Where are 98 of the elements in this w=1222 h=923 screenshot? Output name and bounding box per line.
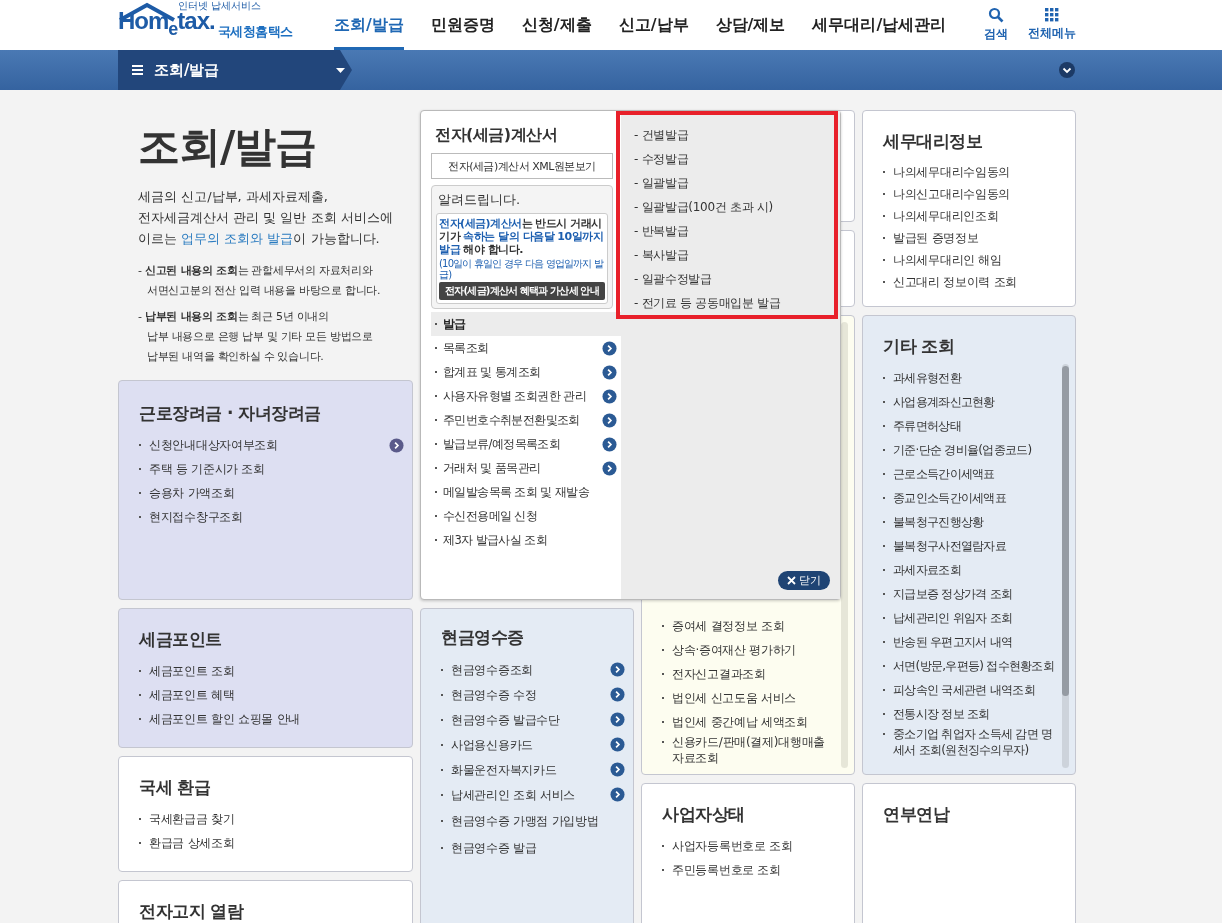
breadcrumb-label[interactable]: 조회/발급 [154,60,220,80]
submenu-item[interactable]: - 건별발급 [634,123,834,147]
card-link[interactable]: 환급금 상세조회 [139,835,235,851]
card-link[interactable]: 기준·단순 경비율(업종코드) [883,442,1032,458]
card-link[interactable]: 납세관리인 위임자 조회 [883,610,1013,626]
submenu-item[interactable]: - 수정발급 [634,147,834,171]
search-icon[interactable] [988,7,1004,23]
nav-tab[interactable]: 신고/납부 [618,0,689,50]
chevron-right-icon[interactable] [389,437,404,453]
card-title: 전자고지 열람 [139,900,245,923]
card-link[interactable]: 나의세무대리수임동의 [883,164,1010,180]
breadcrumb-dropdown[interactable]: 조회/발급 [118,50,352,90]
scrollbar[interactable] [1062,364,1069,768]
card-link[interactable]: 주민등록번호로 조회 [662,862,781,878]
intro-description: 세금의 신고/납부, 과세자료제출, 전자세금계산서 관리 및 일반 조회 서비스에 이르는 업무의 조회와 발급이 가능합니다. [138,188,394,248]
card-link[interactable]: 상속·증여재산 평가하기 [662,642,797,658]
notice-footnote: (10일이 휴일인 경우 다음 영업일까지 발급) [439,258,605,280]
chevron-right-icon[interactable] [602,460,617,476]
card-link[interactable]: 법인세 중간예납 세액조회 [662,714,808,730]
panel-title: 전자(세금)계산서 [435,124,559,146]
card-link[interactable]: 승용차 가액조회 [139,485,235,501]
chevron-right-icon[interactable] [610,737,625,752]
menu-icon [132,65,143,75]
chevron-right-icon[interactable] [602,412,617,428]
card-link[interactable]: 신청안내대상자여부조회 [139,437,278,453]
card-link[interactable]: 사업용계좌신고현황 [883,394,995,410]
page-title: 조회/발급 [138,122,318,172]
close-button[interactable]: 닫기 [778,571,830,590]
card-title: 현금영수증 [441,626,525,649]
card-link[interactable]: 전통시장 정보 조회 [883,706,990,722]
card-link[interactable]: 피상속인 국세관련 내역조회 [883,682,1035,698]
chevron-right-icon[interactable] [602,364,617,380]
chevron-right-icon[interactable] [602,436,617,452]
tool-label[interactable]: 전체메뉴 [1028,25,1076,42]
card-link[interactable]: 현지접수창구조회 [139,509,243,525]
card-link[interactable]: 불복청구진행상황 [883,514,984,530]
card-link[interactable]: 지급보증 정상가격 조회 [883,586,1013,602]
card-link[interactable]: 세금포인트 혜택 [139,687,235,703]
card-link[interactable]: 세금포인트 조회 [139,663,235,679]
submenu-item[interactable]: - 일괄발급 [634,171,834,195]
nav-tab[interactable]: 신청/제출 [521,0,592,50]
chevron-down-icon[interactable] [1059,62,1075,78]
card-link[interactable]: 서면(방문,우편등) 접수현황조회 [883,658,1055,674]
card-link[interactable]: 과세자료조회 [883,562,961,578]
card-link[interactable]: 반송된 우편고지서 내역 [883,634,1013,650]
card-link[interactable]: 증여세 결정정보 조회 [662,618,785,634]
card-link[interactable]: 나의신고대리수임동의 [883,186,1010,202]
card-link[interactable]: 세금포인트 할인 쇼핑몰 안내 [139,711,300,727]
chevron-right-icon[interactable] [602,340,617,356]
card-link[interactable]: 과세유형전환 [883,370,961,386]
submenu-item[interactable]: - 복사발급 [634,243,834,267]
card-title: 국세 환급 [139,776,212,799]
close-icon [787,576,796,585]
card-link[interactable]: 근로소득간이세액표 [883,466,995,482]
card-title: 세금포인트 [139,628,223,651]
submenu-item[interactable]: - 일괄발급(100건 초과 시) [634,195,834,219]
chevron-right-icon[interactable] [610,687,625,702]
card-title: 근로장려금 · 자녀장려금 [139,402,322,425]
nav-tab[interactable]: 상담/제보 [715,0,786,50]
card-link[interactable]: 종교인소득간이세액표 [883,490,1006,506]
submenu-item[interactable]: - 일괄수정발급 [634,267,834,291]
logo-tagline: 인터넷 납세서비스 [178,0,262,12]
card-link[interactable]: 사업자등록번호로 조회 [662,838,793,854]
submenu-item[interactable]: - 전기료 등 공동매입분 발급 [634,291,834,315]
grid-menu-icon[interactable] [1045,8,1059,22]
card-link[interactable]: 나의세무대리인조회 [883,208,999,224]
submenu-item[interactable]: - 반복발급 [634,219,834,243]
caret-icon [336,67,346,73]
xml-view-button[interactable]: 전자(세금)계산서 XML원본보기 [431,153,613,179]
chevron-right-icon[interactable] [602,388,617,404]
notice-title: 알려드립니다. [438,191,522,209]
tool-label[interactable]: 검색 [984,26,1008,43]
notice-message: 전자(세금)계산서는 반드시 거래시기가 속하는 달의 다음달 10일까지 발급 해야 합니다. [439,217,605,256]
scrollbar[interactable] [841,322,848,768]
card-title: 세무대리정보 [883,130,983,153]
card-link[interactable]: 주택 등 기준시가 조회 [139,461,265,477]
guide-button[interactable]: 전자(세금)계산서 혜택과 가산세 안내 [439,282,605,300]
intro-note: - 신고된 내용의 조회는 관할세무서의 자료처리와 서면신고분의 전산 입력 내용을 바탕으로 합니다. [138,263,382,299]
logo-title[interactable]: 국세청홈택스 [217,23,293,41]
nav-tab[interactable]: 민원증명 [430,0,495,50]
card-title: 사업자상태 [662,803,746,826]
card-link[interactable]: 전자신고결과조회 [662,666,766,682]
card-link[interactable]: 불복청구사전열람자료 [883,538,1006,554]
card-link[interactable]: 주류면허상태 [883,418,961,434]
chevron-right-icon[interactable] [610,712,625,727]
card-title: 연부연납 [883,803,951,826]
menu-item[interactable]: 발급 [431,312,621,336]
card-link[interactable]: 국세환급금 찾기 [139,811,235,827]
chevron-right-icon[interactable] [610,762,625,777]
card-title: 기타 조회 [883,335,956,358]
chevron-right-icon[interactable] [610,787,625,802]
card-link[interactable]: 나의세무대리인 해임 [883,252,1002,268]
card-link[interactable]: 신고대리 정보이력 조회 [883,274,1018,290]
nav-tab[interactable]: 세무대리/납세관리 [812,0,947,50]
card-link[interactable]: 법인세 신고도움 서비스 [662,690,797,706]
intro-note: - 납부된 내용의 조회는 최근 5년 이내의 납부 내용으로 은행 납부 및 기타 모든 방법으로 납부된 내역을 확인하실 수 있습니다. [138,309,374,365]
chevron-right-icon[interactable] [610,662,625,677]
card-link[interactable]: 발급된 증명정보 [883,230,979,246]
